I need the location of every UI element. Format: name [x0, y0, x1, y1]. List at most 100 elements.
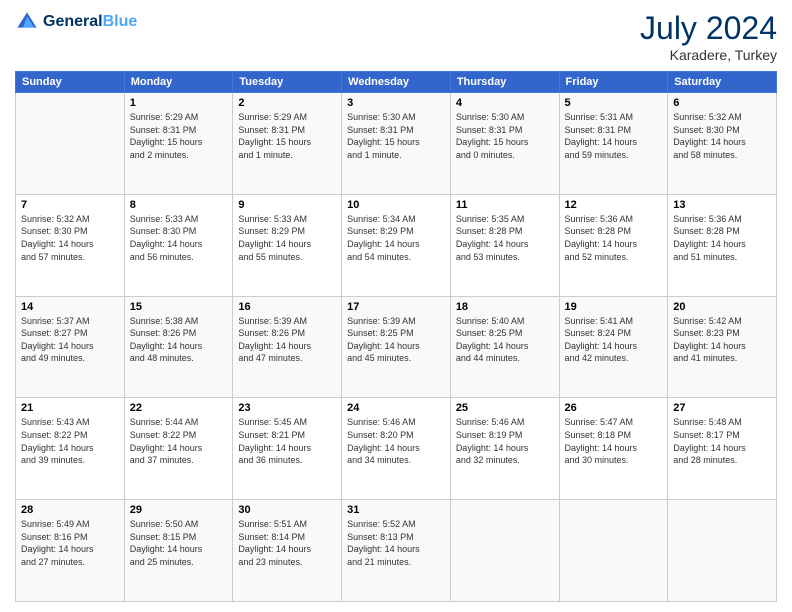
- day-info: Sunrise: 5:38 AM Sunset: 8:26 PM Dayligh…: [130, 315, 228, 365]
- day-number: 25: [456, 402, 554, 414]
- day-info: Sunrise: 5:48 AM Sunset: 8:17 PM Dayligh…: [673, 416, 771, 466]
- day-number: 27: [673, 402, 771, 414]
- table-row: 22 Sunrise: 5:44 AM Sunset: 8:22 PM Dayli…: [124, 398, 233, 500]
- table-row: [450, 500, 559, 602]
- table-row: 5 Sunrise: 5:31 AM Sunset: 8:31 PM Daylig…: [559, 93, 668, 195]
- day-info: Sunrise: 5:36 AM Sunset: 8:28 PM Dayligh…: [673, 213, 771, 263]
- day-info: Sunrise: 5:49 AM Sunset: 8:16 PM Dayligh…: [21, 518, 119, 568]
- table-row: [668, 500, 777, 602]
- day-number: 11: [456, 199, 554, 211]
- day-number: 29: [130, 504, 228, 516]
- table-row: 28 Sunrise: 5:49 AM Sunset: 8:16 PM Dayli…: [16, 500, 125, 602]
- table-row: 13 Sunrise: 5:36 AM Sunset: 8:28 PM Dayli…: [668, 194, 777, 296]
- table-row: 31 Sunrise: 5:52 AM Sunset: 8:13 PM Dayli…: [342, 500, 451, 602]
- col-monday: Monday: [124, 72, 233, 93]
- table-row: 23 Sunrise: 5:45 AM Sunset: 8:21 PM Dayli…: [233, 398, 342, 500]
- day-number: 10: [347, 199, 445, 211]
- table-row: 2 Sunrise: 5:29 AM Sunset: 8:31 PM Daylig…: [233, 93, 342, 195]
- day-info: Sunrise: 5:44 AM Sunset: 8:22 PM Dayligh…: [130, 416, 228, 466]
- col-tuesday: Tuesday: [233, 72, 342, 93]
- calendar-week-row: 7 Sunrise: 5:32 AM Sunset: 8:30 PM Daylig…: [16, 194, 777, 296]
- day-info: Sunrise: 5:39 AM Sunset: 8:26 PM Dayligh…: [238, 315, 336, 365]
- day-number: 1: [130, 97, 228, 109]
- day-number: 23: [238, 402, 336, 414]
- day-info: Sunrise: 5:46 AM Sunset: 8:20 PM Dayligh…: [347, 416, 445, 466]
- day-number: 21: [21, 402, 119, 414]
- col-friday: Friday: [559, 72, 668, 93]
- calendar-week-row: 14Sunrise: 5:37 AM Sunset: 8:27 PM Dayli…: [16, 296, 777, 398]
- day-number: 3: [347, 97, 445, 109]
- table-row: 29Sunrise: 5:50 AM Sunset: 8:15 PM Dayli…: [124, 500, 233, 602]
- table-row: 6Sunrise: 5:32 AM Sunset: 8:30 PM Daylig…: [668, 93, 777, 195]
- location: Karadere, Turkey: [640, 47, 777, 63]
- table-row: 3Sunrise: 5:30 AM Sunset: 8:31 PM Daylig…: [342, 93, 451, 195]
- day-number: 24: [347, 402, 445, 414]
- calendar-week-row: 21Sunrise: 5:43 AM Sunset: 8:22 PM Dayli…: [16, 398, 777, 500]
- col-sunday: Sunday: [16, 72, 125, 93]
- day-number: 20: [673, 301, 771, 313]
- day-number: 9: [238, 199, 336, 211]
- day-number: 2: [238, 97, 336, 109]
- day-number: 5: [565, 97, 663, 109]
- table-row: 19Sunrise: 5:41 AM Sunset: 8:24 PM Dayli…: [559, 296, 668, 398]
- day-info: Sunrise: 5:45 AM Sunset: 8:21 PM Dayligh…: [238, 416, 336, 466]
- day-info: Sunrise: 5:33 AM Sunset: 8:30 PM Dayligh…: [130, 213, 228, 263]
- table-row: 20 Sunrise: 5:42 AM Sunset: 8:23 PM Dayli…: [668, 296, 777, 398]
- day-info: Sunrise: 5:34 AM Sunset: 8:29 PM Dayligh…: [347, 213, 445, 263]
- table-row: [16, 93, 125, 195]
- table-row: 26Sunrise: 5:47 AM Sunset: 8:18 PM Dayli…: [559, 398, 668, 500]
- calendar-table: Sunday Monday Tuesday Wednesday Thursday…: [15, 71, 777, 602]
- table-row: 24 Sunrise: 5:46 AM Sunset: 8:20 PM Dayli…: [342, 398, 451, 500]
- col-saturday: Saturday: [668, 72, 777, 93]
- table-row: 16 Sunrise: 5:39 AM Sunset: 8:26 PM Dayli…: [233, 296, 342, 398]
- day-info: Sunrise: 5:51 AM Sunset: 8:14 PM Dayligh…: [238, 518, 336, 568]
- day-number: 16: [238, 301, 336, 313]
- day-number: 4: [456, 97, 554, 109]
- day-number: 12: [565, 199, 663, 211]
- col-thursday: Thursday: [450, 72, 559, 93]
- logo-text: GeneralBlue: [43, 13, 137, 31]
- table-row: 15 Sunrise: 5:38 AM Sunset: 8:26 PM Dayli…: [124, 296, 233, 398]
- table-row: 7 Sunrise: 5:32 AM Sunset: 8:30 PM Daylig…: [16, 194, 125, 296]
- day-number: 22: [130, 402, 228, 414]
- table-row: 4Sunrise: 5:30 AM Sunset: 8:31 PM Daylig…: [450, 93, 559, 195]
- header: GeneralBlue July 2024 Karadere, Turkey: [15, 10, 777, 63]
- day-info: Sunrise: 5:29 AM Sunset: 8:31 PM Dayligh…: [238, 111, 336, 161]
- day-info: Sunrise: 5:42 AM Sunset: 8:23 PM Dayligh…: [673, 315, 771, 365]
- day-info: Sunrise: 5:46 AM Sunset: 8:19 PM Dayligh…: [456, 416, 554, 466]
- day-number: 14: [21, 301, 119, 313]
- day-number: 6: [673, 97, 771, 109]
- table-row: 14Sunrise: 5:37 AM Sunset: 8:27 PM Dayli…: [16, 296, 125, 398]
- day-info: Sunrise: 5:40 AM Sunset: 8:25 PM Dayligh…: [456, 315, 554, 365]
- table-row: 27 Sunrise: 5:48 AM Sunset: 8:17 PM Dayli…: [668, 398, 777, 500]
- table-row: 9 Sunrise: 5:33 AM Sunset: 8:29 PM Daylig…: [233, 194, 342, 296]
- table-row: 18 Sunrise: 5:40 AM Sunset: 8:25 PM Dayli…: [450, 296, 559, 398]
- day-number: 13: [673, 199, 771, 211]
- day-info: Sunrise: 5:31 AM Sunset: 8:31 PM Dayligh…: [565, 111, 663, 161]
- calendar-week-row: 1 Sunrise: 5:29 AM Sunset: 8:31 PM Daylig…: [16, 93, 777, 195]
- day-number: 18: [456, 301, 554, 313]
- calendar-week-row: 28 Sunrise: 5:49 AM Sunset: 8:16 PM Dayli…: [16, 500, 777, 602]
- day-number: 28: [21, 504, 119, 516]
- table-row: 8Sunrise: 5:33 AM Sunset: 8:30 PM Daylig…: [124, 194, 233, 296]
- day-number: 31: [347, 504, 445, 516]
- day-number: 7: [21, 199, 119, 211]
- table-row: [559, 500, 668, 602]
- day-info: Sunrise: 5:35 AM Sunset: 8:28 PM Dayligh…: [456, 213, 554, 263]
- table-row: 10 Sunrise: 5:34 AM Sunset: 8:29 PM Dayli…: [342, 194, 451, 296]
- logo-blue: Blue: [103, 13, 138, 30]
- day-number: 30: [238, 504, 336, 516]
- table-row: 21Sunrise: 5:43 AM Sunset: 8:22 PM Dayli…: [16, 398, 125, 500]
- table-row: 17Sunrise: 5:39 AM Sunset: 8:25 PM Dayli…: [342, 296, 451, 398]
- table-row: 25 Sunrise: 5:46 AM Sunset: 8:19 PM Dayli…: [450, 398, 559, 500]
- day-number: 26: [565, 402, 663, 414]
- logo-icon: [15, 10, 39, 34]
- table-row: 11 Sunrise: 5:35 AM Sunset: 8:28 PM Dayli…: [450, 194, 559, 296]
- day-info: Sunrise: 5:32 AM Sunset: 8:30 PM Dayligh…: [21, 213, 119, 263]
- logo: GeneralBlue: [15, 10, 137, 34]
- day-number: 15: [130, 301, 228, 313]
- day-info: Sunrise: 5:33 AM Sunset: 8:29 PM Dayligh…: [238, 213, 336, 263]
- month-year: July 2024: [640, 10, 777, 47]
- day-info: Sunrise: 5:41 AM Sunset: 8:24 PM Dayligh…: [565, 315, 663, 365]
- day-info: Sunrise: 5:52 AM Sunset: 8:13 PM Dayligh…: [347, 518, 445, 568]
